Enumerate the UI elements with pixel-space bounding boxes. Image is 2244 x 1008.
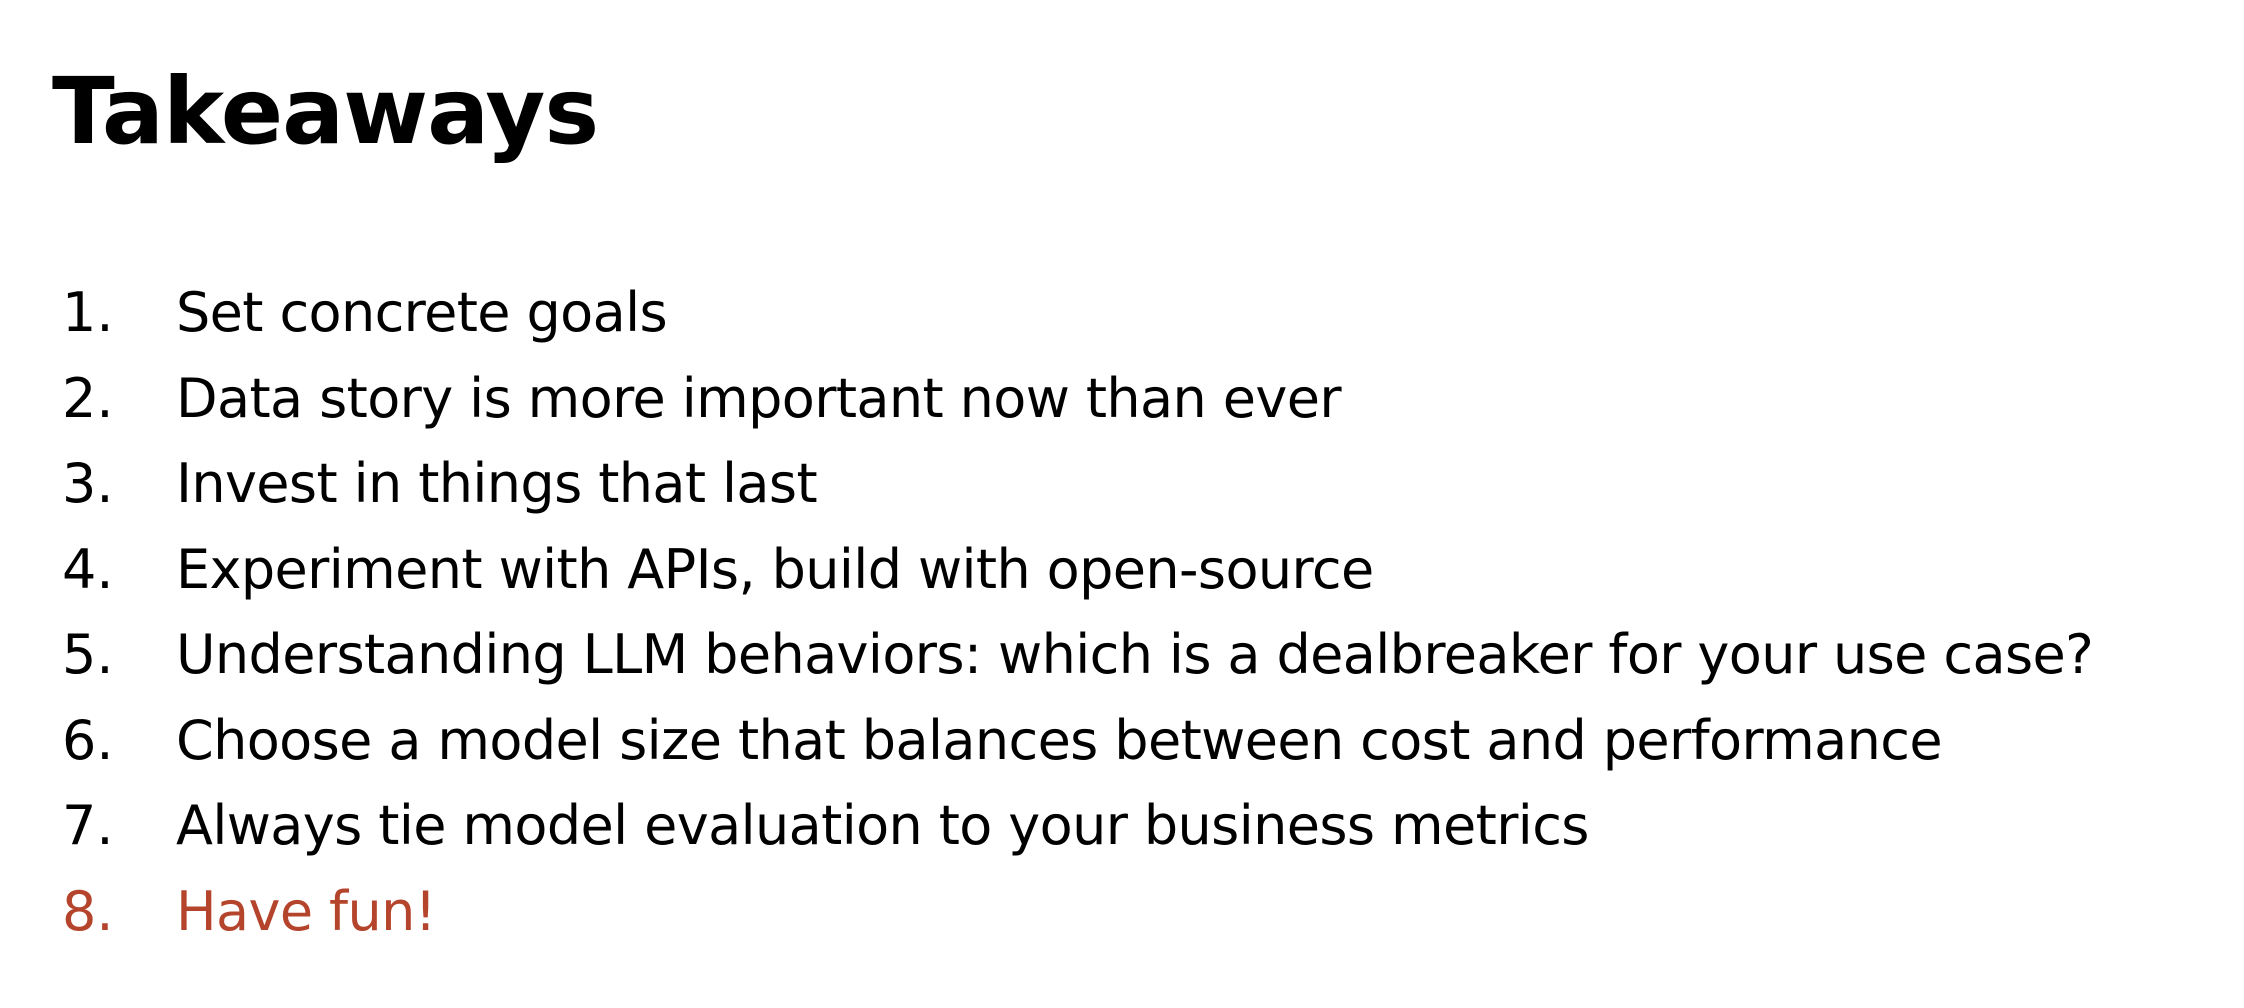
item-text: Invest in things that last [176, 452, 818, 515]
item-text: Always tie model evaluation to your busi… [176, 794, 1589, 857]
item-text: Experiment with APIs, build with open-so… [176, 537, 1374, 601]
item-number: 8. [62, 879, 114, 943]
item-text: Data story is more important now than ev… [176, 366, 1342, 430]
item-text: Set concrete goals [176, 281, 668, 344]
item-number: 7. [62, 794, 114, 857]
item-text: Understanding LLM behaviors: which is a … [176, 623, 2094, 686]
slide: Takeaways 1. Set concrete goals 2. Data … [0, 0, 2244, 1008]
item-number: 5. [62, 623, 114, 686]
item-number: 3. [62, 452, 114, 515]
item-number: 1. [62, 281, 114, 344]
item-text: Choose a model size that balances betwee… [176, 708, 1943, 772]
slide-title: Takeaways [52, 58, 599, 165]
item-number: 4. [62, 537, 114, 601]
item-number: 6. [62, 708, 114, 772]
item-number: 2. [62, 366, 114, 430]
item-text: Have fun! [176, 879, 436, 943]
